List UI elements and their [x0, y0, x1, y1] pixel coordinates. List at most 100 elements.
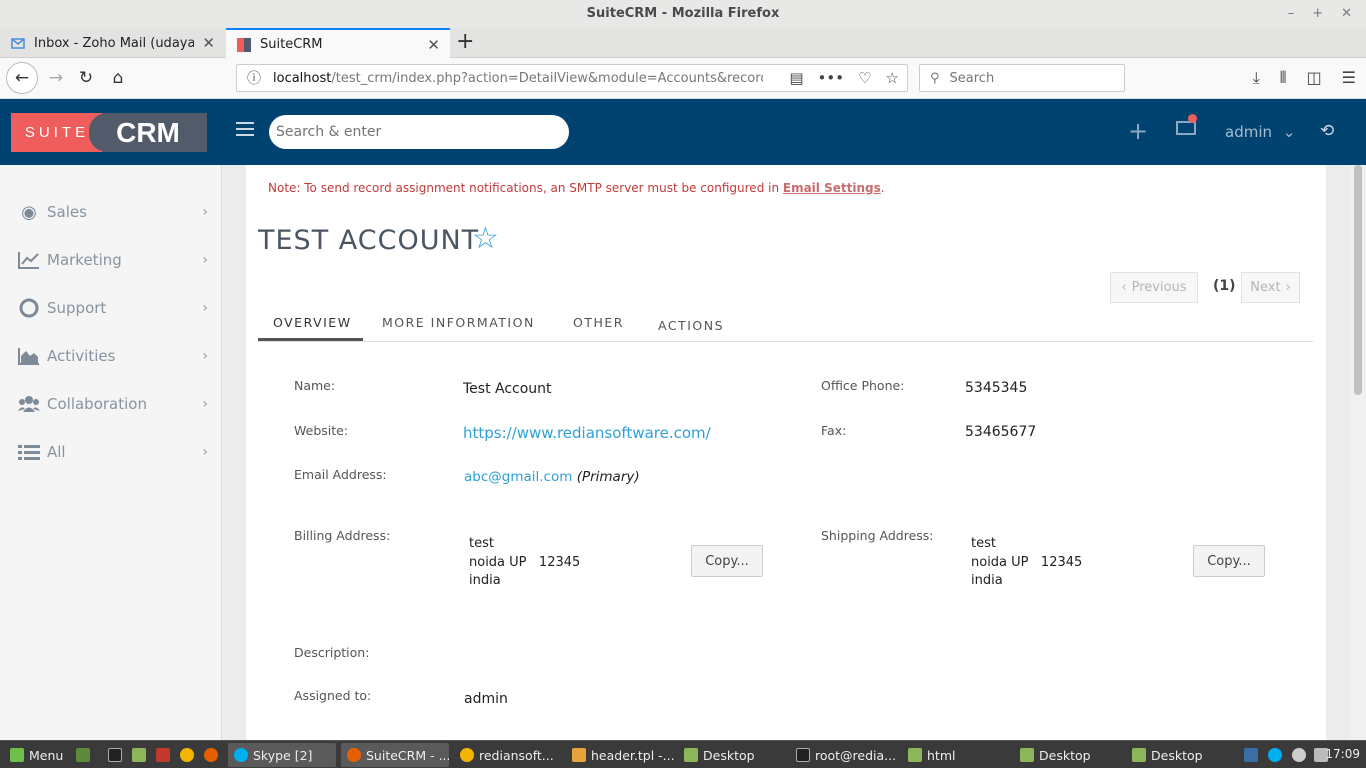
website-link[interactable]: https://www.rediansoftware.com/: [463, 424, 711, 442]
sidebar-item-support[interactable]: Support ›: [18, 295, 208, 321]
minimize-icon[interactable]: –: [1288, 0, 1295, 28]
folder-icon: [684, 748, 698, 762]
taskbar-item-desktop-3[interactable]: Desktop: [1126, 743, 1234, 767]
next-button[interactable]: Next ›: [1241, 272, 1300, 303]
office-phone-value[interactable]: 5345345: [965, 380, 1027, 396]
close-tab-icon[interactable]: ✕: [202, 34, 215, 52]
user-tray-icon[interactable]: [1292, 748, 1306, 762]
tab-overview[interactable]: OVERVIEW: [273, 315, 352, 330]
taskbar-item-label: SuiteCRM - ...: [366, 747, 449, 763]
notifications-mail-icon[interactable]: [1176, 121, 1196, 135]
start-menu-button[interactable]: Menu: [4, 743, 69, 767]
firefox-launcher-icon[interactable]: [204, 748, 218, 762]
page-scrollbar[interactable]: [1350, 165, 1366, 740]
chevron-right-icon: ›: [1285, 280, 1291, 295]
taskbar-item-skype[interactable]: Skype [2]: [228, 743, 336, 767]
menu-icon[interactable]: ☰: [1342, 68, 1356, 88]
taskbar-item-suitecrm[interactable]: SuiteCRM - ...: [341, 743, 449, 767]
shipping-street: test: [971, 536, 996, 551]
detail-view-panel: Note: To send record assignment notifica…: [246, 165, 1326, 740]
create-plus-icon[interactable]: +: [1128, 117, 1148, 145]
forward-button[interactable]: →: [42, 64, 70, 92]
tab-title: Inbox - Zoho Mail (udayagiri.r: [34, 35, 195, 51]
user-menu[interactable]: admin ⌄: [1225, 123, 1295, 141]
back-button[interactable]: ←: [6, 62, 38, 94]
chevron-down-icon: ⌄: [1282, 123, 1296, 141]
bookmark-star-icon[interactable]: ☆: [886, 69, 899, 87]
taskbar-item-terminal[interactable]: root@redia...: [790, 743, 898, 767]
files-launcher-icon[interactable]: [132, 748, 146, 762]
close-window-icon[interactable]: ✕: [1341, 0, 1352, 28]
billing-address-value: test noida UP 12345 india: [469, 535, 580, 591]
logo-crm: CRM: [89, 113, 207, 152]
sidebar-item-marketing[interactable]: Marketing ›: [18, 247, 208, 273]
url-bar[interactable]: ⓘ localhost/test_crm/index.php?action=De…: [236, 64, 908, 92]
url-text[interactable]: localhost/test_crm/index.php?action=Deta…: [273, 71, 763, 86]
reload-button[interactable]: ↻: [72, 64, 100, 92]
taskbar-item-desktop-2[interactable]: Desktop: [1014, 743, 1122, 767]
suitecrm-logo[interactable]: SUITE CRM: [11, 113, 207, 152]
info-icon[interactable]: ⓘ: [247, 68, 261, 88]
copy-shipping-button[interactable]: Copy...: [1193, 545, 1265, 577]
chrome-launcher-icon[interactable]: [180, 748, 194, 762]
notification-badge: [1188, 114, 1197, 123]
crm-search-input[interactable]: [269, 115, 569, 149]
maximize-icon[interactable]: +: [1312, 0, 1323, 28]
tab-actions[interactable]: ACTIONS: [658, 318, 724, 333]
hamburger-menu-icon[interactable]: [236, 122, 254, 136]
tab-title: SuiteCRM: [260, 37, 323, 52]
assigned-to-value: admin: [464, 691, 508, 707]
taskbar-item-desktop-1[interactable]: Desktop: [678, 743, 786, 767]
sidebar-item-sales[interactable]: ◉ Sales ›: [18, 199, 208, 225]
download-icon[interactable]: ⤓: [1253, 68, 1260, 88]
copy-billing-button[interactable]: Copy...: [691, 545, 763, 577]
tab-suitecrm[interactable]: SuiteCRM ✕: [226, 28, 450, 59]
pocket-icon[interactable]: ♡: [858, 69, 871, 87]
window-titlebar: SuiteCRM - Mozilla Firefox – + ✕: [0, 0, 1366, 28]
browser-tabbar: Inbox - Zoho Mail (udayagiri.r ✕ SuiteCR…: [0, 28, 1366, 59]
terminal-launcher-icon[interactable]: [108, 748, 122, 762]
sidebar-item-collaboration[interactable]: Collaboration ›: [18, 391, 208, 417]
clock[interactable]: 17:09: [1325, 747, 1360, 761]
tab-zoho-mail[interactable]: Inbox - Zoho Mail (udayagiri.r ✕: [0, 28, 225, 58]
scrollbar-thumb[interactable]: [1354, 165, 1362, 395]
skype-icon: [234, 748, 248, 762]
library-icon[interactable]: ⫴: [1280, 68, 1287, 88]
chevron-right-icon: ›: [202, 348, 208, 364]
taskbar-item-header-tpl[interactable]: header.tpl -...: [566, 743, 674, 767]
sidebar-item-activities[interactable]: Activities ›: [18, 343, 208, 369]
email-settings-link[interactable]: Email Settings: [783, 181, 881, 195]
search-icon: ⚲: [930, 70, 940, 86]
sidebar-item-all[interactable]: All ›: [18, 439, 208, 465]
users-icon: [18, 394, 40, 414]
recent-history-icon[interactable]: ⟲: [1320, 121, 1334, 141]
next-label: Next: [1250, 280, 1281, 295]
browser-navbar: ← → ↻ ⌂ ⓘ localhost/test_crm/index.php?a…: [0, 58, 1366, 99]
close-tab-icon[interactable]: ✕: [427, 36, 440, 54]
url-icons: ▤ ••• ♡ ☆: [789, 69, 899, 87]
page-actions-icon[interactable]: •••: [818, 69, 845, 87]
reader-view-icon[interactable]: ▤: [789, 69, 803, 87]
sidebar-toggle-icon[interactable]: ◫: [1307, 68, 1322, 88]
taskbar-item-rediansoft[interactable]: rediansoft...: [454, 743, 562, 767]
shield-icon[interactable]: [1244, 748, 1258, 762]
browser-search-bar[interactable]: ⚲ Search: [919, 64, 1125, 92]
tab-other[interactable]: OTHER: [573, 315, 624, 330]
previous-button[interactable]: ‹ Previous: [1110, 272, 1198, 303]
taskbar-item-label: Desktop: [1039, 747, 1091, 763]
favorite-star-icon[interactable]: ☆: [472, 221, 499, 256]
reload-icon: ↻: [78, 68, 94, 88]
filezilla-launcher-icon[interactable]: [156, 748, 170, 762]
list-icon: [18, 442, 40, 462]
show-desktop-icon[interactable]: [76, 748, 90, 762]
email-link[interactable]: abc@gmail.com: [464, 469, 572, 485]
new-tab-icon[interactable]: +: [456, 31, 474, 53]
skype-tray-icon[interactable]: [1268, 748, 1282, 762]
taskbar-item-html[interactable]: html: [902, 743, 1010, 767]
previous-label: Previous: [1131, 280, 1187, 295]
billing-street: test: [469, 536, 494, 551]
shipping-address-label: Shipping Address:: [821, 528, 934, 543]
detail-tabs: OVERVIEW MORE INFORMATION OTHER ACTIONS: [258, 305, 1313, 342]
home-button[interactable]: ⌂: [104, 64, 132, 92]
tab-more-information[interactable]: MORE INFORMATION: [382, 315, 535, 330]
